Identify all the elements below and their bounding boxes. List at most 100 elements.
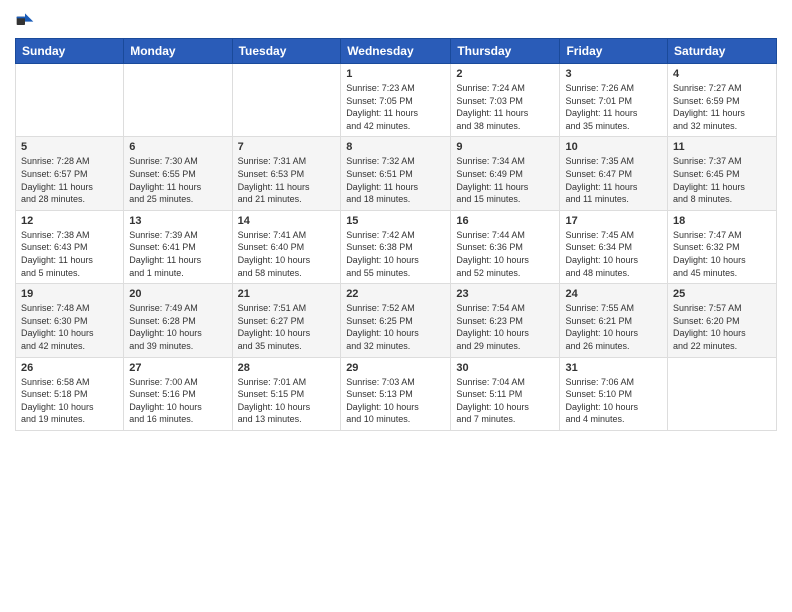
calendar-cell: 19 Sunrise: 7:48 AM Sunset: 6:30 PM Dayli… — [16, 284, 124, 357]
day-info: Sunrise: 7:38 AM Sunset: 6:43 PM Dayligh… — [21, 229, 118, 279]
calendar-cell: 22 Sunrise: 7:52 AM Sunset: 6:25 PM Dayli… — [341, 284, 451, 357]
day-number: 9 — [456, 141, 554, 153]
calendar-cell: 24 Sunrise: 7:55 AM Sunset: 6:21 PM Dayli… — [560, 284, 668, 357]
day-number: 8 — [346, 141, 445, 153]
calendar-cell: 13 Sunrise: 7:39 AM Sunset: 6:41 PM Dayli… — [124, 210, 232, 283]
day-info: Sunrise: 7:24 AM Sunset: 7:03 PM Dayligh… — [456, 82, 554, 132]
calendar-cell: 20 Sunrise: 7:49 AM Sunset: 6:28 PM Dayli… — [124, 284, 232, 357]
calendar-cell: 9 Sunrise: 7:34 AM Sunset: 6:49 PM Daylig… — [451, 137, 560, 210]
day-info: Sunrise: 7:49 AM Sunset: 6:28 PM Dayligh… — [129, 302, 226, 352]
day-number: 30 — [456, 362, 554, 374]
day-number: 24 — [565, 288, 662, 300]
day-info: Sunrise: 7:39 AM Sunset: 6:41 PM Dayligh… — [129, 229, 226, 279]
calendar-cell — [124, 64, 232, 137]
calendar-cell: 21 Sunrise: 7:51 AM Sunset: 6:27 PM Dayli… — [232, 284, 341, 357]
day-number: 17 — [565, 215, 662, 227]
calendar-cell: 12 Sunrise: 7:38 AM Sunset: 6:43 PM Dayli… — [16, 210, 124, 283]
logo — [15, 10, 37, 30]
day-info: Sunrise: 7:57 AM Sunset: 6:20 PM Dayligh… — [673, 302, 771, 352]
day-number: 13 — [129, 215, 226, 227]
day-number: 1 — [346, 68, 445, 80]
day-info: Sunrise: 7:52 AM Sunset: 6:25 PM Dayligh… — [346, 302, 445, 352]
day-number: 4 — [673, 68, 771, 80]
day-info: Sunrise: 7:01 AM Sunset: 5:15 PM Dayligh… — [238, 376, 336, 426]
calendar-header-row: SundayMondayTuesdayWednesdayThursdayFrid… — [16, 39, 777, 64]
day-info: Sunrise: 7:37 AM Sunset: 6:45 PM Dayligh… — [673, 155, 771, 205]
calendar-cell: 14 Sunrise: 7:41 AM Sunset: 6:40 PM Dayli… — [232, 210, 341, 283]
calendar-cell — [668, 357, 777, 430]
calendar-header-monday: Monday — [124, 39, 232, 64]
day-number: 3 — [565, 68, 662, 80]
day-number: 25 — [673, 288, 771, 300]
calendar-header-sunday: Sunday — [16, 39, 124, 64]
day-info: Sunrise: 7:42 AM Sunset: 6:38 PM Dayligh… — [346, 229, 445, 279]
day-number: 14 — [238, 215, 336, 227]
calendar-cell: 1 Sunrise: 7:23 AM Sunset: 7:05 PM Daylig… — [341, 64, 451, 137]
day-info: Sunrise: 7:31 AM Sunset: 6:53 PM Dayligh… — [238, 155, 336, 205]
day-info: Sunrise: 7:32 AM Sunset: 6:51 PM Dayligh… — [346, 155, 445, 205]
day-info: Sunrise: 7:51 AM Sunset: 6:27 PM Dayligh… — [238, 302, 336, 352]
day-info: Sunrise: 7:06 AM Sunset: 5:10 PM Dayligh… — [565, 376, 662, 426]
calendar-header-tuesday: Tuesday — [232, 39, 341, 64]
day-info: Sunrise: 7:45 AM Sunset: 6:34 PM Dayligh… — [565, 229, 662, 279]
calendar-header-thursday: Thursday — [451, 39, 560, 64]
day-info: Sunrise: 7:30 AM Sunset: 6:55 PM Dayligh… — [129, 155, 226, 205]
day-info: Sunrise: 7:44 AM Sunset: 6:36 PM Dayligh… — [456, 229, 554, 279]
day-info: Sunrise: 7:00 AM Sunset: 5:16 PM Dayligh… — [129, 376, 226, 426]
day-number: 28 — [238, 362, 336, 374]
calendar-cell: 8 Sunrise: 7:32 AM Sunset: 6:51 PM Daylig… — [341, 137, 451, 210]
calendar-cell: 5Sunrise: 7:28 AM Sunset: 6:57 PM Daylig… — [16, 137, 124, 210]
day-info: Sunrise: 7:04 AM Sunset: 5:11 PM Dayligh… — [456, 376, 554, 426]
calendar-cell: 10 Sunrise: 7:35 AM Sunset: 6:47 PM Dayli… — [560, 137, 668, 210]
day-number: 22 — [346, 288, 445, 300]
calendar-week-row: 19 Sunrise: 7:48 AM Sunset: 6:30 PM Dayli… — [16, 284, 777, 357]
day-info: Sunrise: 7:23 AM Sunset: 7:05 PM Dayligh… — [346, 82, 445, 132]
calendar-cell: 16 Sunrise: 7:44 AM Sunset: 6:36 PM Dayli… — [451, 210, 560, 283]
calendar-header-wednesday: Wednesday — [341, 39, 451, 64]
calendar-cell: 26Sunrise: 6:58 AM Sunset: 5:18 PM Dayli… — [16, 357, 124, 430]
day-info: Sunrise: 7:55 AM Sunset: 6:21 PM Dayligh… — [565, 302, 662, 352]
logo-icon — [15, 10, 35, 30]
calendar-cell: 2 Sunrise: 7:24 AM Sunset: 7:03 PM Daylig… — [451, 64, 560, 137]
day-number: 6 — [129, 141, 226, 153]
calendar-week-row: 12 Sunrise: 7:38 AM Sunset: 6:43 PM Dayli… — [16, 210, 777, 283]
calendar-header-saturday: Saturday — [668, 39, 777, 64]
day-info: Sunrise: 7:27 AM Sunset: 6:59 PM Dayligh… — [673, 82, 771, 132]
calendar-cell — [16, 64, 124, 137]
day-number: 12 — [21, 215, 118, 227]
day-number: 16 — [456, 215, 554, 227]
day-info: Sunrise: 7:03 AM Sunset: 5:13 PM Dayligh… — [346, 376, 445, 426]
calendar-cell: 15 Sunrise: 7:42 AM Sunset: 6:38 PM Dayli… — [341, 210, 451, 283]
day-info: Sunrise: 7:35 AM Sunset: 6:47 PM Dayligh… — [565, 155, 662, 205]
calendar-week-row: 1 Sunrise: 7:23 AM Sunset: 7:05 PM Daylig… — [16, 64, 777, 137]
day-number: 2 — [456, 68, 554, 80]
calendar-cell: 7Sunrise: 7:31 AM Sunset: 6:53 PM Daylig… — [232, 137, 341, 210]
calendar-cell: 3 Sunrise: 7:26 AM Sunset: 7:01 PM Daylig… — [560, 64, 668, 137]
day-number: 20 — [129, 288, 226, 300]
day-info: Sunrise: 7:34 AM Sunset: 6:49 PM Dayligh… — [456, 155, 554, 205]
day-number: 29 — [346, 362, 445, 374]
day-info: Sunrise: 7:48 AM Sunset: 6:30 PM Dayligh… — [21, 302, 118, 352]
day-info: Sunrise: 7:26 AM Sunset: 7:01 PM Dayligh… — [565, 82, 662, 132]
day-number: 15 — [346, 215, 445, 227]
day-info: Sunrise: 7:28 AM Sunset: 6:57 PM Dayligh… — [21, 155, 118, 205]
day-number: 27 — [129, 362, 226, 374]
day-number: 11 — [673, 141, 771, 153]
calendar-cell: 25 Sunrise: 7:57 AM Sunset: 6:20 PM Dayli… — [668, 284, 777, 357]
day-number: 10 — [565, 141, 662, 153]
calendar-cell: 29 Sunrise: 7:03 AM Sunset: 5:13 PM Dayli… — [341, 357, 451, 430]
calendar-cell: 6 Sunrise: 7:30 AM Sunset: 6:55 PM Daylig… — [124, 137, 232, 210]
day-info: Sunrise: 7:47 AM Sunset: 6:32 PM Dayligh… — [673, 229, 771, 279]
day-info: Sunrise: 7:41 AM Sunset: 6:40 PM Dayligh… — [238, 229, 336, 279]
calendar-header-friday: Friday — [560, 39, 668, 64]
day-info: Sunrise: 6:58 AM Sunset: 5:18 PM Dayligh… — [21, 376, 118, 426]
day-number: 23 — [456, 288, 554, 300]
day-number: 19 — [21, 288, 118, 300]
calendar-cell: 23 Sunrise: 7:54 AM Sunset: 6:23 PM Dayli… — [451, 284, 560, 357]
calendar-cell: 31Sunrise: 7:06 AM Sunset: 5:10 PM Dayli… — [560, 357, 668, 430]
day-number: 21 — [238, 288, 336, 300]
calendar-cell — [232, 64, 341, 137]
calendar-cell: 28 Sunrise: 7:01 AM Sunset: 5:15 PM Dayli… — [232, 357, 341, 430]
day-info: Sunrise: 7:54 AM Sunset: 6:23 PM Dayligh… — [456, 302, 554, 352]
calendar-week-row: 5Sunrise: 7:28 AM Sunset: 6:57 PM Daylig… — [16, 137, 777, 210]
